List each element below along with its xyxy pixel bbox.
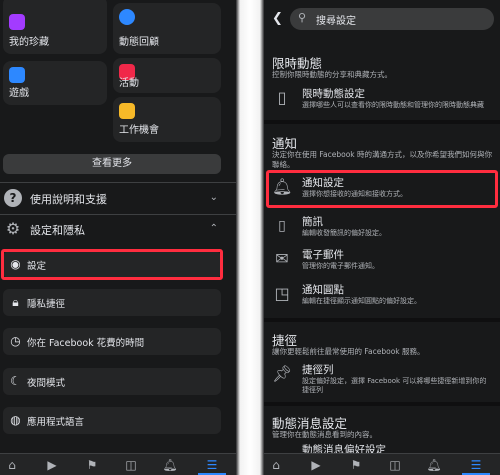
highlight-box [1,249,223,280]
settings-item-email[interactable]: ✉ 電子郵件 管理你的電子郵件通知。 [272,245,500,277]
shortcut-card-memories[interactable]: 動態回顧 [113,3,221,54]
shortcut-card-events[interactable]: 活動 [113,58,221,93]
chevron-down-icon: ⌄ [209,192,218,203]
bottom-nav-bar: ⌂ ▶ ⚑ ◫ 🔔︎ ☰ [264,453,500,475]
item-subtitle: 編輯收發簡訊的偏好設定。 [302,229,386,237]
item-title: 通知圓點 [302,284,344,296]
item-title: 電子郵件 [302,249,344,261]
clock-icon: ◷ [10,334,21,348]
bell-icon[interactable]: 🔔︎ [162,457,178,473]
globe-icon: ◍ [10,413,21,427]
shortcut-label: 動態回顧 [119,37,159,48]
help-support-row[interactable]: ? 使用說明和支援 ⌄ [0,184,232,212]
gear-icon: ⚙ [5,219,21,238]
section-separator [264,402,500,406]
menu-item-app-language[interactable]: ◍ 應用程式語言 [3,407,221,434]
bottom-nav-bar: ⌂ ▶ ⚑ ◫ 🔔︎ ☰ [0,453,236,475]
item-subtitle: 捷徑列 [302,386,323,394]
shortcut-label: 遊戲 [9,88,29,99]
item-title: 捷徑列 [302,364,334,376]
pin-icon: 📌︎ [272,364,293,383]
settings-privacy-row[interactable]: ⚙ 設定和隱私 ⌃ [0,215,232,243]
section-desc-notifications: 決定你在使用 Facebook 時的溝通方式，以及你希望我們如何與你聯絡。 [272,150,493,169]
search-placeholder: 搜尋設定 [316,16,356,27]
settings-privacy-label: 設定和隱私 [30,224,85,237]
section-desc-shortcuts: 讓你更輕鬆前往最常使用的 Facebook 服務。 [272,347,425,356]
shortcut-label: 工作機會 [119,125,159,136]
moon-icon: ☾ [10,374,21,388]
envelope-icon: ✉ [275,249,289,268]
bookmark-icon [9,14,25,30]
menu-item-privacy-shortcuts[interactable]: 🔒︎ 隱私捷徑 [3,289,221,316]
gaming-icon[interactable]: ◫ [123,457,139,473]
menu-item-label: 隱私捷徑 [27,299,66,310]
menu-item-label: 應用程式語言 [27,417,85,428]
menu-item-label: 夜間模式 [27,378,66,389]
search-icon: ⚲ [298,11,307,24]
chevron-up-icon: ⌃ [209,223,218,234]
gaming-icon[interactable]: ◫ [387,457,403,473]
section-separator [264,120,500,124]
settings-item-story[interactable]: ▯ 限時動態設定 選擇哪些人可以查看你的限時動態和管理你的限時動態典藏 [272,84,500,116]
section-desc-stories: 控制你限時動態的分享和典藏方式。 [272,70,392,79]
flag-icon[interactable]: ⚑ [84,457,100,473]
menu-item-label: 你在 Facebook 花費的時間 [27,338,145,349]
divider [0,182,236,183]
search-settings-input[interactable]: ⚲ 搜尋設定 [290,8,494,30]
item-subtitle: 管理你的電子郵件通知。 [302,262,379,270]
phone-divider [236,0,264,475]
see-more-button[interactable]: 查看更多 [3,154,221,174]
section-desc-newsfeed: 管理你在動態消息看到的內容。 [272,430,377,439]
shortcut-card-gaming[interactable]: 遊戲 [3,61,107,105]
lock-icon: 🔒︎ [12,295,19,309]
settings-item-shortcut-bar[interactable]: 📌︎ 捷徑列 設定偏好設定，選擇 Facebook 可以將哪些捷徑新增到你的 捷… [272,360,500,398]
shortcut-card-jobs[interactable]: 工作機會 [113,97,221,142]
phone-icon: ▯ [278,218,286,234]
settings-item-notification-dots[interactable]: ◳ 通知圓點 編輯在捷徑顯示通知圓點的偏好設定。 [272,280,500,312]
menu-icon[interactable]: ☰ [204,457,220,473]
item-title: 限時動態設定 [302,88,365,100]
item-subtitle: 設定偏好設定，選擇 Facebook 可以將哪些捷徑新增到你的 [302,377,487,385]
question-icon: ? [4,189,22,207]
briefcase-icon [119,103,135,119]
shortcut-label: 我的珍藏 [9,37,49,48]
right-phone-screen: ❮ ⚲ 搜尋設定 限時動態 控制你限時動態的分享和典藏方式。 ▯ 限時動態設定 … [264,0,500,475]
back-arrow-icon[interactable]: ❮ [272,11,283,26]
highlight-box [266,170,498,208]
badge-icon: ◳ [274,284,290,303]
menu-item-dark-mode[interactable]: ☾ 夜間模式 [3,368,221,395]
item-title: 簡訊 [302,216,323,228]
watch-icon[interactable]: ▶ [44,457,60,473]
menu-icon[interactable]: ☰ [468,457,484,473]
home-icon[interactable]: ⌂ [4,457,20,473]
home-icon[interactable]: ⌂ [268,457,284,473]
gaming-icon [9,67,25,83]
shortcut-card-saved[interactable]: 我的珍藏 [3,0,107,54]
bell-icon[interactable]: 🔔︎ [426,457,442,473]
help-support-label: 使用說明和支援 [30,193,107,206]
shortcut-label: 活動 [119,78,139,89]
watch-icon[interactable]: ▶ [308,457,324,473]
book-icon: ▯ [277,88,287,107]
left-phone-screen: 我的珍藏 動態回顧 遊戲 活動 工作機會 查看更多 ? 使用說明和支援 ⌄ ⚙ … [0,0,236,475]
flag-icon[interactable]: ⚑ [348,457,364,473]
item-subtitle: 編輯在捷徑顯示通知圓點的偏好設定。 [302,297,421,305]
settings-item-sms[interactable]: ▯ 簡訊 編輯收發簡訊的偏好設定。 [272,212,500,244]
section-separator [264,318,500,322]
menu-item-time-on-facebook[interactable]: ◷ 你在 Facebook 花費的時間 [3,328,221,355]
item-subtitle: 選擇哪些人可以查看你的限時動態和管理你的限時動態典藏 [302,101,484,109]
clock-icon [119,9,135,25]
top-bar: ❮ ⚲ 搜尋設定 [264,0,500,40]
